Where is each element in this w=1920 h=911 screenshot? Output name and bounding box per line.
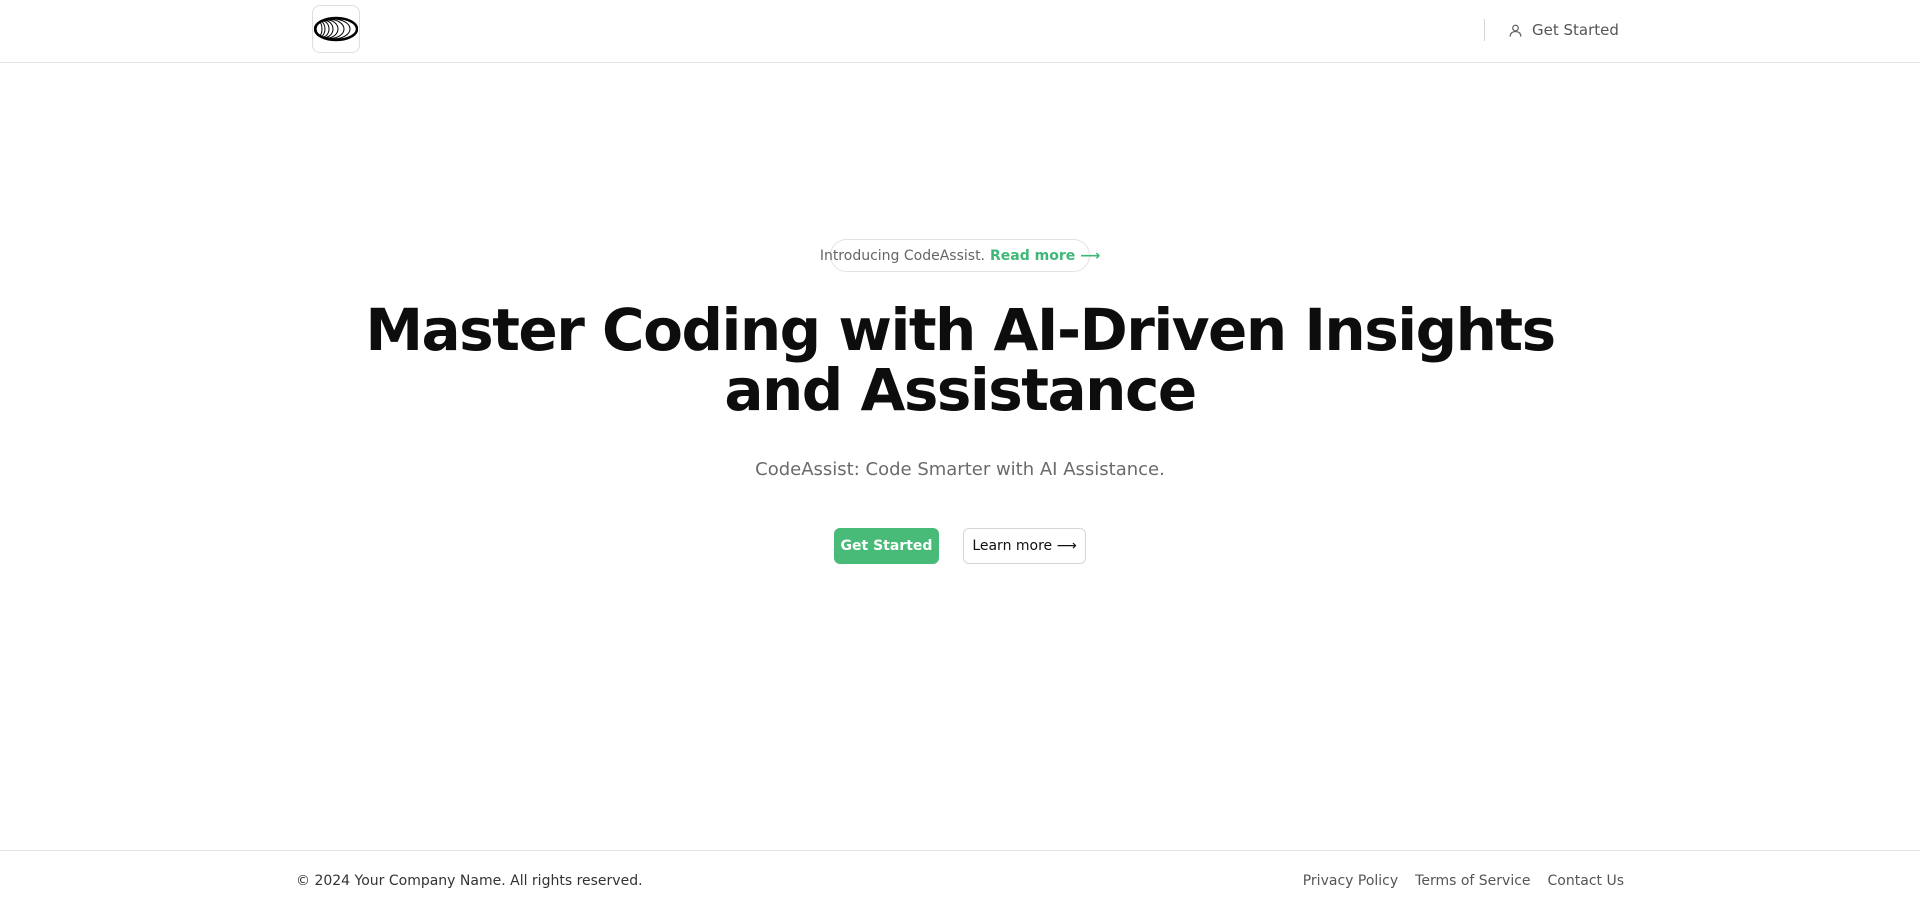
hero-title-line2: and Assistance <box>724 356 1197 424</box>
logo[interactable] <box>312 5 360 53</box>
get-started-button[interactable]: Get Started <box>834 528 939 564</box>
header-cta-label: Get Started <box>1532 21 1619 39</box>
logo-icon <box>314 16 358 42</box>
header-get-started-link[interactable]: Get Started <box>1508 18 1619 42</box>
user-icon <box>1509 24 1522 37</box>
footer-links: Privacy Policy Terms of Service Contact … <box>1303 873 1624 889</box>
copyright-text: © 2024 Your Company Name. All rights res… <box>296 873 643 889</box>
hero-subtitle: CodeAssist: Code Smarter with AI Assista… <box>755 459 1165 480</box>
hero-title: Master Coding with AI-Driven Insights an… <box>360 300 1560 420</box>
site-header: Get Started <box>0 0 1920 63</box>
badge-text: Introducing CodeAssist. <box>819 247 986 264</box>
header-divider <box>1484 19 1485 41</box>
learn-more-button[interactable]: Learn more ⟶ <box>963 528 1086 564</box>
contact-us-link[interactable]: Contact Us <box>1548 873 1624 889</box>
site-footer: © 2024 Your Company Name. All rights res… <box>0 850 1920 911</box>
read-more-link[interactable]: Read more ⟶ <box>990 248 1100 264</box>
privacy-policy-link[interactable]: Privacy Policy <box>1303 873 1398 889</box>
announcement-badge: Introducing CodeAssist. Read more ⟶ <box>820 239 1100 272</box>
hero-title-line1: Master Coding with AI-Driven Insights <box>365 296 1556 364</box>
terms-of-service-link[interactable]: Terms of Service <box>1415 873 1530 889</box>
